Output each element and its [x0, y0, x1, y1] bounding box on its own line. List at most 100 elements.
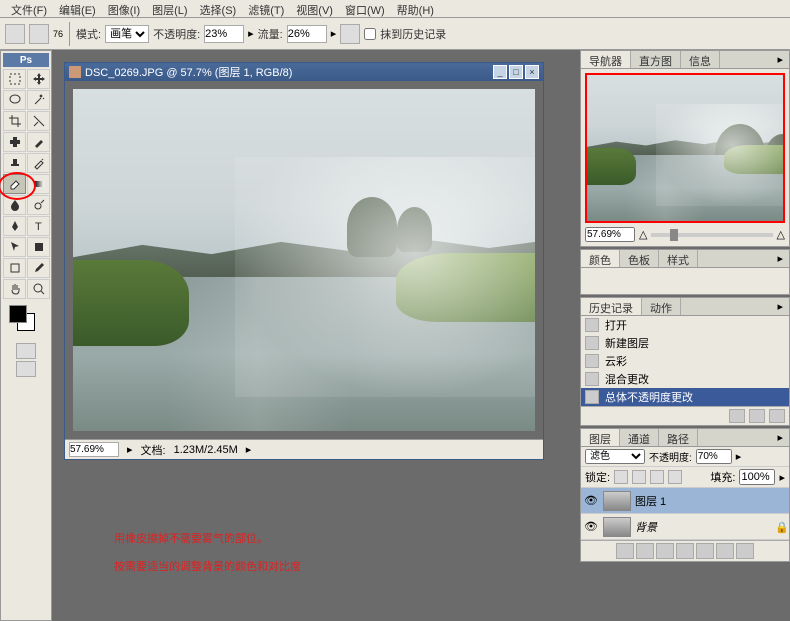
notes-tool[interactable]	[3, 258, 26, 278]
history-brush-tool[interactable]	[27, 153, 50, 173]
path-select-tool[interactable]	[3, 237, 26, 257]
dodge-tool[interactable]	[27, 195, 50, 215]
fx-icon[interactable]	[636, 543, 654, 559]
menu-edit[interactable]: 编辑(E)	[53, 0, 102, 17]
photo-canvas[interactable]	[73, 89, 535, 431]
opacity-arrow-icon[interactable]: ▸	[736, 450, 742, 463]
tab-channels[interactable]: 通道	[620, 429, 659, 446]
tab-styles[interactable]: 样式	[659, 250, 698, 267]
airbrush-icon[interactable]	[340, 24, 360, 44]
zoom-input[interactable]	[69, 442, 119, 457]
tab-info[interactable]: 信息	[681, 51, 720, 68]
flow-input[interactable]	[287, 25, 327, 43]
quickmask-icon[interactable]	[16, 343, 36, 359]
zoom-in-icon[interactable]: △	[777, 228, 785, 241]
lock-all-icon[interactable]	[668, 470, 682, 484]
move-tool[interactable]	[27, 69, 50, 89]
menu-layer[interactable]: 图层(L)	[146, 0, 193, 17]
visibility-icon[interactable]: 👁	[583, 519, 599, 535]
panel-menu-icon[interactable]: ▸	[771, 51, 789, 68]
crop-tool[interactable]	[3, 111, 26, 131]
nav-zoom-input[interactable]	[585, 227, 635, 242]
layer-name[interactable]: 图层 1	[635, 493, 787, 509]
hand-tool[interactable]	[3, 279, 26, 299]
tab-swatches[interactable]: 色板	[620, 250, 659, 267]
slice-tool[interactable]	[27, 111, 50, 131]
tab-histogram[interactable]: 直方图	[631, 51, 681, 68]
screenmode-icon[interactable]	[16, 361, 36, 377]
visibility-icon[interactable]: 👁	[583, 493, 599, 509]
fg-color-swatch[interactable]	[9, 305, 27, 323]
zoom-out-icon[interactable]: △	[639, 228, 647, 241]
menu-window[interactable]: 窗口(W)	[339, 0, 391, 17]
mode-select[interactable]: 画笔	[105, 25, 149, 43]
minimize-button[interactable]: _	[493, 65, 507, 79]
group-icon[interactable]	[696, 543, 714, 559]
menu-file[interactable]: 文件(F)	[5, 0, 53, 17]
trash-icon[interactable]	[769, 409, 785, 423]
fill-input[interactable]	[739, 469, 775, 485]
opacity-input[interactable]	[204, 25, 244, 43]
layer-thumbnail[interactable]	[603, 517, 631, 537]
layer-row[interactable]: 👁 背景 🔒	[581, 514, 789, 540]
new-doc-icon[interactable]	[729, 409, 745, 423]
brush-preset-icon[interactable]	[29, 24, 49, 44]
fill-arrow-icon[interactable]: ▸	[779, 471, 785, 484]
tab-actions[interactable]: 动作	[642, 298, 681, 315]
docinfo-arrow-icon[interactable]: ▸	[246, 443, 252, 456]
tab-paths[interactable]: 路径	[659, 429, 698, 446]
close-button[interactable]: ×	[525, 65, 539, 79]
history-item[interactable]: 混合更改	[581, 370, 789, 388]
stamp-tool[interactable]	[3, 153, 26, 173]
menu-help[interactable]: 帮助(H)	[391, 0, 440, 17]
type-tool[interactable]: T	[27, 216, 50, 236]
tab-color[interactable]: 颜色	[581, 250, 620, 267]
history-item[interactable]: 新建图层	[581, 334, 789, 352]
gradient-tool[interactable]	[27, 174, 50, 194]
color-swatches[interactable]	[3, 303, 49, 337]
new-snapshot-icon[interactable]	[749, 409, 765, 423]
layer-name[interactable]: 背景	[635, 519, 771, 535]
marquee-tool[interactable]	[3, 69, 26, 89]
panel-menu-icon[interactable]: ▸	[771, 250, 789, 267]
document-body[interactable]	[65, 81, 543, 439]
adjustment-icon[interactable]	[676, 543, 694, 559]
tool-preset-icon[interactable]	[5, 24, 25, 44]
erase-history-checkbox[interactable]	[364, 28, 376, 40]
mask-icon[interactable]	[656, 543, 674, 559]
zoom-slider[interactable]	[651, 233, 772, 237]
brush-tool[interactable]	[27, 132, 50, 152]
menu-image[interactable]: 图像(I)	[102, 0, 146, 17]
history-item[interactable]: 云彩	[581, 352, 789, 370]
layer-thumbnail[interactable]	[603, 491, 631, 511]
lock-position-icon[interactable]	[650, 470, 664, 484]
link-icon[interactable]	[616, 543, 634, 559]
lock-pixels-icon[interactable]	[632, 470, 646, 484]
menu-filter[interactable]: 滤镜(T)	[242, 0, 290, 17]
navigator-preview[interactable]	[585, 73, 785, 223]
title-bar[interactable]: DSC_0269.JPG @ 57.7% (图层 1, RGB/8) _ □ ×	[65, 63, 543, 81]
flow-arrow-icon[interactable]: ▸	[331, 27, 337, 40]
toolbox-header[interactable]: Ps	[3, 53, 49, 67]
zoom-tool[interactable]	[27, 279, 50, 299]
layer-row[interactable]: 👁 图层 1	[581, 488, 789, 514]
history-item[interactable]: 总体不透明度更改	[581, 388, 789, 406]
menu-select[interactable]: 选择(S)	[194, 0, 243, 17]
zoom-arrow-icon[interactable]: ▸	[127, 443, 133, 456]
tab-navigator[interactable]: 导航器	[581, 51, 631, 68]
menu-view[interactable]: 视图(V)	[290, 0, 339, 17]
heal-tool[interactable]	[3, 132, 26, 152]
lock-transparency-icon[interactable]	[614, 470, 628, 484]
tab-layers[interactable]: 图层	[581, 429, 620, 446]
panel-menu-icon[interactable]: ▸	[771, 298, 789, 315]
eraser-tool[interactable]	[3, 174, 26, 194]
tab-history[interactable]: 历史记录	[581, 298, 642, 315]
layer-opacity-input[interactable]	[696, 449, 732, 464]
blend-mode-select[interactable]: 滤色	[585, 449, 645, 464]
wand-tool[interactable]	[27, 90, 50, 110]
eyedropper-tool[interactable]	[27, 258, 50, 278]
pen-tool[interactable]	[3, 216, 26, 236]
opacity-arrow-icon[interactable]: ▸	[248, 27, 254, 40]
new-layer-icon[interactable]	[716, 543, 734, 559]
blur-tool[interactable]	[3, 195, 26, 215]
